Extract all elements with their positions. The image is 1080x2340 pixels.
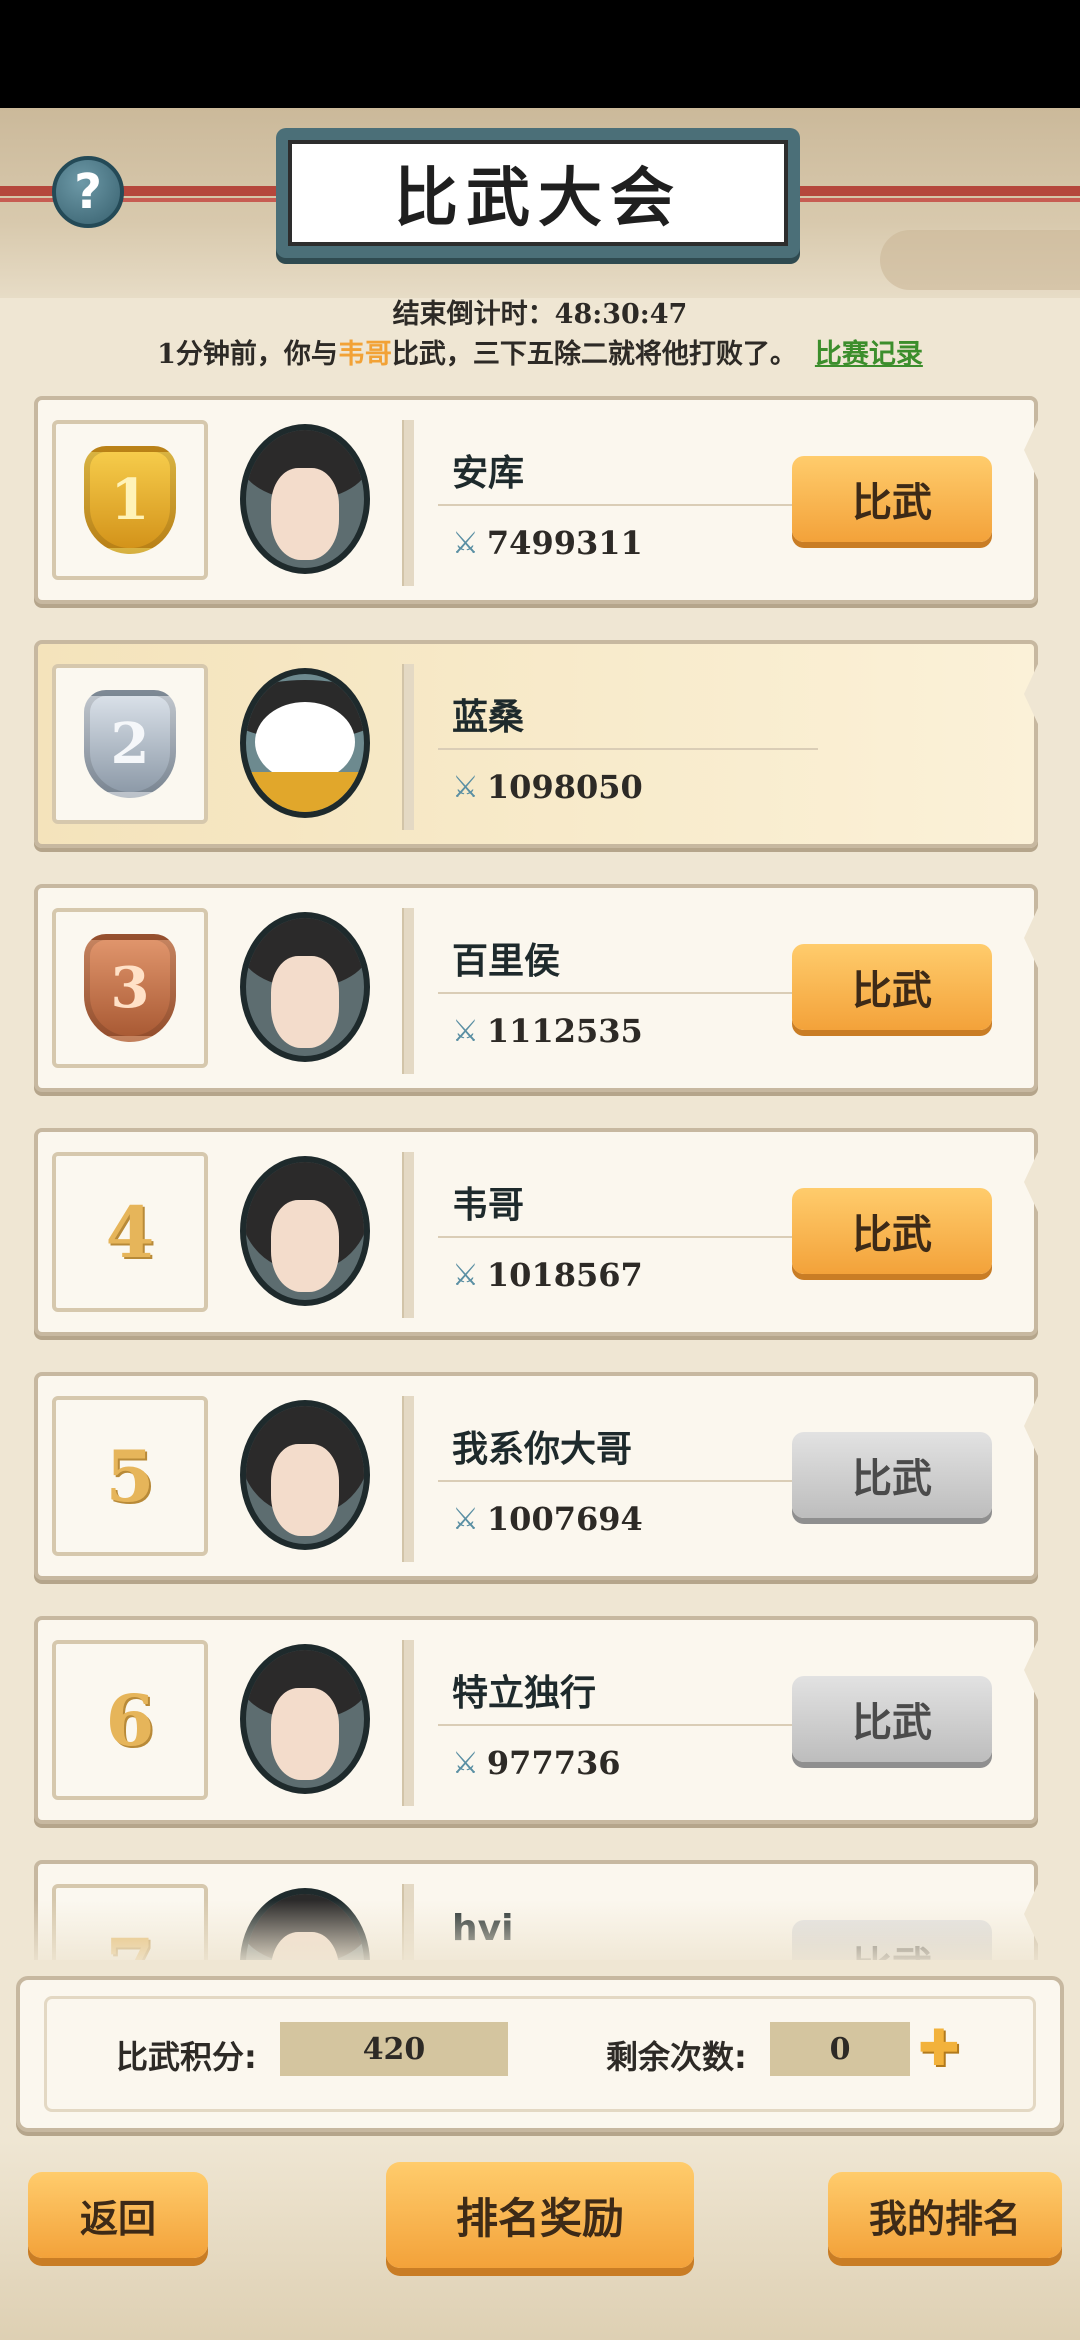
cloud-decoration (880, 230, 1080, 290)
gold-medal-icon: 1 (84, 446, 176, 554)
combat-power-value: 1112535 (486, 1012, 643, 1050)
avatar[interactable] (240, 668, 370, 818)
ranking-row: 3 百里侯 ⚔ 1112535 比武 (34, 884, 1038, 1092)
stats-panel: 比武积分: 420 剩余次数: 0 ✚ (16, 1976, 1064, 2132)
countdown: 结束倒计时：48:30:47 (0, 292, 1080, 331)
combat-power-value: 7499311 (486, 524, 643, 562)
player-name: 我系你大哥 (452, 1429, 633, 1470)
ranking-row: 5 我系你大哥 ⚔ 1007694 比武 (34, 1372, 1038, 1580)
challenge-button[interactable]: 比武 (792, 1432, 992, 1518)
crossed-swords-icon: ⚔ (452, 1257, 479, 1293)
battle-message-prefix: 1分钟前，你与 (157, 339, 338, 370)
rank-number: 4 (105, 1190, 155, 1274)
challenge-button[interactable]: 比武 (792, 1188, 992, 1274)
remaining-value: 0 (770, 2022, 910, 2076)
avatar[interactable] (240, 1644, 370, 1794)
title-plate: 比武大会 (276, 128, 800, 258)
ranking-row: 6 特立独行 ⚔ 977736 比武 (34, 1616, 1038, 1824)
silver-medal-icon: 2 (84, 690, 176, 798)
crossed-swords-icon: ⚔ (452, 769, 479, 805)
player-name: 蓝桑 (452, 697, 525, 738)
challenge-button[interactable]: 比武 (792, 456, 992, 542)
bronze-medal-icon: 3 (84, 934, 176, 1042)
avatar[interactable] (240, 912, 370, 1062)
player-name: 安库 (452, 453, 525, 494)
help-button[interactable]: ? (52, 156, 124, 228)
list-fade (0, 1900, 1080, 1970)
add-attempts-plus-icon[interactable]: ✚ (918, 2022, 960, 2074)
crossed-swords-icon: ⚔ (452, 1013, 479, 1049)
player-name: 百里侯 (452, 941, 561, 982)
crossed-swords-icon: ⚔ (452, 1745, 479, 1781)
score-value: 420 (280, 2022, 508, 2076)
combat-power-value: 977736 (486, 1744, 621, 1782)
battle-message-suffix: 比武，三下五除二就将他打败了。 (391, 339, 797, 370)
combat-power: ⚔ 7499311 (452, 524, 643, 562)
challenge-button[interactable]: 比武 (792, 1676, 992, 1762)
rank-badge: 4 (52, 1152, 208, 1312)
combat-power: ⚔ 1018567 (452, 1256, 643, 1294)
player-name: 韦哥 (452, 1185, 525, 1226)
avatar[interactable] (240, 424, 370, 574)
ranking-row: 1 安库 ⚔ 7499311 比武 (34, 396, 1038, 604)
rank-badge: 3 (52, 908, 208, 1068)
challenge-button[interactable]: 比武 (792, 944, 992, 1030)
player-name: 特立独行 (452, 1673, 597, 1714)
rank-badge: 5 (52, 1396, 208, 1556)
combat-power: ⚔ 1007694 (452, 1500, 643, 1538)
question-mark-icon: ? (74, 164, 102, 220)
countdown-value: 48:30:47 (554, 299, 688, 330)
ranking-row-self: 2 蓝桑 ⚔ 1098050 (34, 640, 1038, 848)
rank-number: 5 (105, 1434, 155, 1518)
combat-power: ⚔ 977736 (452, 1744, 621, 1782)
rank-badge: 2 (52, 664, 208, 824)
rank-badge: 6 (52, 1640, 208, 1800)
rank-number: 6 (105, 1678, 155, 1762)
score-label: 比武积分: (116, 2038, 257, 2076)
remaining-label: 剩余次数: (606, 2038, 747, 2076)
my-rank-button[interactable]: 我的排名 (828, 2172, 1062, 2258)
combat-power-value: 1098050 (486, 768, 643, 806)
combat-power: ⚔ 1112535 (452, 1012, 643, 1050)
crossed-swords-icon: ⚔ (452, 525, 479, 561)
countdown-label: 结束倒计时： (392, 299, 555, 330)
combat-power: ⚔ 1098050 (452, 768, 643, 806)
ranking-list[interactable]: 1 安库 ⚔ 7499311 比武 2 蓝桑 ⚔ 1098050 3 百里侯 ⚔ 11… (0, 394, 1080, 1960)
combat-power-value: 1018567 (486, 1256, 643, 1294)
rank-badge: 1 (52, 420, 208, 580)
page-title: 比武大会 (288, 140, 788, 246)
battle-message-opponent: 韦哥 (337, 339, 392, 370)
ranking-row: 4 韦哥 ⚔ 1018567 比武 (34, 1128, 1038, 1336)
combat-power-value: 1007694 (486, 1500, 643, 1538)
avatar[interactable] (240, 1400, 370, 1550)
rank-reward-button[interactable]: 排名奖励 (386, 2162, 694, 2268)
status-bar (0, 0, 1080, 108)
back-button[interactable]: 返回 (28, 2172, 208, 2258)
avatar[interactable] (240, 1156, 370, 1306)
match-record-link[interactable]: 比赛记录 (815, 339, 923, 370)
battle-message: 1分钟前，你与韦哥比武，三下五除二就将他打败了。 比赛记录 (0, 332, 1080, 371)
crossed-swords-icon: ⚔ (452, 1501, 479, 1537)
